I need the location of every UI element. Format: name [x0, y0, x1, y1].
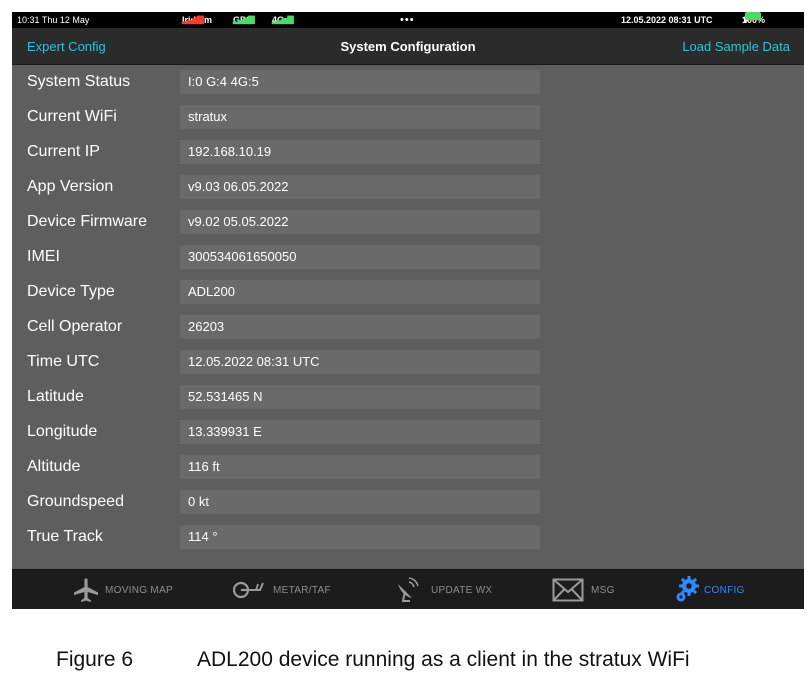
row-label: Cell Operator — [27, 318, 123, 335]
row-value: 192.168.10.19 — [180, 140, 540, 164]
row-label: Altitude — [27, 458, 81, 475]
row-value: 116 ft — [180, 455, 540, 479]
gps-signal-icon: ▂▃▅▇ — [233, 15, 255, 24]
row-value: ADL200 — [180, 280, 540, 304]
iridium-signal-icon: ▂▃▅▇ — [182, 15, 204, 24]
tab-label: METAR/TAF — [273, 585, 331, 596]
tab-label: UPDATE WX — [431, 585, 493, 596]
row-device-firmware: Device Firmware v9.02 05.05.2022 — [12, 205, 804, 240]
satellite-dish-icon — [398, 577, 419, 602]
status-bar: 10:31 Thu 12 May Iridium ▂▃▅▇ GPS ▂▃▅▇ 4G… — [12, 12, 804, 28]
battery-icon — [745, 12, 761, 20]
load-sample-data-button[interactable]: Load Sample Data — [682, 39, 790, 54]
row-value: v9.03 06.05.2022 — [180, 175, 540, 199]
tab-msg[interactable]: MSG — [552, 570, 642, 609]
tab-update-wx[interactable]: UPDATE WX — [394, 570, 504, 609]
device-screen: 10:31 Thu 12 May Iridium ▂▃▅▇ GPS ▂▃▅▇ 4G… — [12, 12, 804, 609]
row-system-status: System Status I:0 G:4 4G:5 — [12, 65, 804, 100]
row-value: 0 kt — [180, 490, 540, 514]
figure-caption-text: ADL200 device running as a client in the… — [197, 648, 690, 671]
row-value: 300534061650050 — [180, 245, 540, 269]
row-groundspeed: Groundspeed 0 kt — [12, 485, 804, 520]
row-label: Longitude — [27, 423, 98, 440]
row-current-wifi: Current WiFi stratux — [12, 100, 804, 135]
tab-moving-map[interactable]: MOVING MAP — [72, 570, 182, 609]
row-value: 13.339931 E — [180, 420, 540, 444]
row-label: Time UTC — [27, 353, 100, 370]
gear-icon — [676, 576, 699, 602]
tab-config[interactable]: CONFIG — [674, 570, 774, 609]
airplane-icon — [74, 578, 98, 602]
row-current-ip: Current IP 192.168.10.19 — [12, 135, 804, 170]
row-label: Device Type — [27, 283, 115, 300]
row-value: 114 ° — [180, 525, 540, 549]
row-value: I:0 G:4 4G:5 — [180, 70, 540, 94]
row-value: 26203 — [180, 315, 540, 339]
row-longitude: Longitude 13.339931 E — [12, 415, 804, 450]
row-app-version: App Version v9.03 06.05.2022 — [12, 170, 804, 205]
tab-metar-taf[interactable]: METAR/TAF — [232, 570, 342, 609]
multitasking-dots-icon[interactable]: ••• — [400, 12, 415, 28]
row-value: 12.05.2022 08:31 UTC — [180, 350, 540, 374]
row-label: IMEI — [27, 248, 60, 265]
tab-label: MOVING MAP — [105, 585, 174, 596]
row-altitude: Altitude 116 ft — [12, 450, 804, 485]
row-latitude: Latitude 52.531465 N — [12, 380, 804, 415]
row-label: Current WiFi — [27, 108, 117, 125]
row-true-track: True Track 114 ° — [12, 520, 804, 555]
row-value: stratux — [180, 105, 540, 129]
row-label: Groundspeed — [27, 493, 124, 510]
row-imei: IMEI 300534061650050 — [12, 240, 804, 275]
row-label: Device Firmware — [27, 213, 148, 230]
tab-label: CONFIG — [704, 585, 745, 596]
status-datetime: 12.05.2022 08:31 UTC — [621, 15, 713, 25]
row-value: 52.531465 N — [180, 385, 540, 409]
figure-number: Figure 6 — [56, 648, 134, 671]
navigation-bar: Expert Config System Configuration Load … — [12, 28, 804, 65]
tab-bar: MOVING MAP METAR/TAF UPDATE WX MSG CONFI… — [12, 569, 804, 609]
status-time: 10:31 Thu 12 May — [17, 15, 90, 25]
tab-label: MSG — [591, 585, 615, 596]
row-value: v9.02 05.05.2022 — [180, 210, 540, 234]
row-label: App Version — [27, 178, 114, 195]
windsock-icon — [232, 581, 264, 599]
row-label: True Track — [27, 528, 103, 545]
row-label: Latitude — [27, 388, 84, 405]
envelope-icon — [552, 578, 584, 602]
config-list: System Status I:0 G:4 4G:5 Current WiFi … — [12, 65, 804, 565]
row-label: System Status — [27, 73, 131, 90]
row-time-utc: Time UTC 12.05.2022 08:31 UTC — [12, 345, 804, 380]
cell-signal-icon: ▂▃▅▇ — [272, 15, 294, 24]
row-label: Current IP — [27, 143, 100, 160]
row-device-type: Device Type ADL200 — [12, 275, 804, 310]
row-cell-operator: Cell Operator 26203 — [12, 310, 804, 345]
